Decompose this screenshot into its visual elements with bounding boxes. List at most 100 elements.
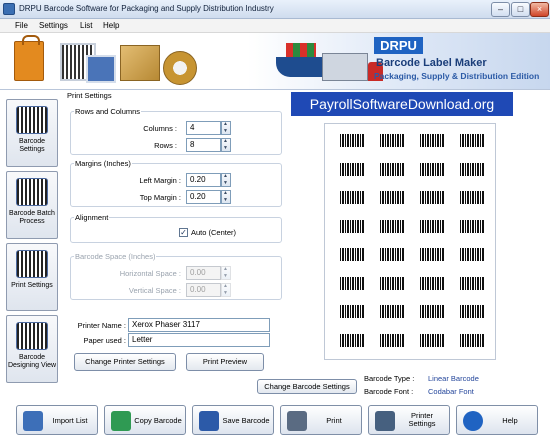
barcode-label — [377, 159, 407, 182]
barcode-bars — [460, 162, 484, 176]
printer-settings-icon — [375, 411, 395, 431]
save-barcode-button[interactable]: Save Barcode — [192, 405, 274, 435]
vertical-space-field[interactable]: 0.00 — [186, 283, 221, 297]
printer-settings-button[interactable]: Printer Settings — [368, 405, 450, 435]
barcode-label — [457, 273, 487, 296]
barcode-bars — [460, 219, 484, 233]
barcode-label — [337, 244, 367, 267]
rows-stepper[interactable] — [221, 138, 231, 152]
left-margin-field[interactable]: 0.20 — [186, 173, 221, 187]
import-list-button[interactable]: Import List — [16, 405, 98, 435]
menu-list[interactable]: List — [80, 21, 92, 30]
barcode-label — [337, 273, 367, 296]
printer-name-field: Xerox Phaser 3117 — [128, 318, 270, 332]
horizontal-space-field[interactable]: 0.00 — [186, 266, 221, 280]
paper-used-field: Letter — [128, 333, 270, 347]
sidebar-item-batch-process[interactable]: Barcode Batch Process — [6, 171, 58, 239]
import-list-label: Import List — [52, 416, 88, 425]
sidebar-item-label: Barcode Designing View — [7, 354, 57, 369]
print-preview-button[interactable]: Print Preview — [186, 353, 264, 371]
menu-settings[interactable]: Settings — [39, 21, 68, 30]
qr-card-icon — [86, 55, 116, 83]
maximize-button[interactable]: □ — [511, 2, 530, 17]
header-banner: DRPU Barcode Label Maker Packaging, Supp… — [0, 33, 550, 90]
sidebar-item-barcode-settings[interactable]: Barcode Settings — [6, 99, 58, 167]
alignment-title: Alignment — [74, 213, 110, 222]
sidebar-item-label: Print Settings — [11, 282, 53, 289]
designing-view-icon — [16, 322, 48, 350]
barcode-bars — [380, 305, 404, 318]
barcode-font-value: Codabar Font — [428, 387, 474, 396]
copy-barcode-icon — [111, 411, 131, 431]
barcode-label — [417, 330, 447, 353]
print-button[interactable]: Print — [280, 405, 362, 435]
barcode-label — [337, 159, 367, 182]
sidebar-item-designing-view[interactable]: Barcode Designing View — [6, 315, 58, 383]
barcode-label — [457, 301, 487, 324]
sidebar: Barcode Settings Barcode Batch Process P… — [6, 93, 58, 401]
menu-file[interactable]: File — [15, 21, 28, 30]
barcode-label — [417, 244, 447, 267]
print-settings-title: Print Settings — [66, 91, 113, 100]
top-margin-stepper[interactable] — [221, 190, 231, 204]
top-margin-field[interactable]: 0.20 — [186, 190, 221, 204]
margins-group: Margins (Inches) Left Margin : 0.20 Top … — [70, 159, 282, 207]
save-barcode-label: Save Barcode — [222, 416, 270, 425]
close-button[interactable]: × — [530, 2, 549, 17]
barcode-label — [377, 216, 407, 239]
edition-name: Packaging, Supply & Distribution Edition — [374, 71, 540, 81]
left-margin-stepper[interactable] — [221, 173, 231, 187]
barcode-label — [457, 159, 487, 182]
title-bar: DRPU Barcode Software for Packaging and … — [0, 0, 550, 19]
auto-center-label: Auto (Center) — [191, 228, 237, 237]
menu-help[interactable]: Help — [103, 21, 119, 30]
barcode-label — [457, 187, 487, 210]
change-printer-settings-button[interactable]: Change Printer Settings — [74, 353, 176, 371]
barcode-font-label: Barcode Font : — [364, 387, 414, 396]
columns-field[interactable]: 4 — [186, 121, 221, 135]
margins-title: Margins (Inches) — [74, 159, 132, 168]
print-settings-panel: Print Settings Rows and Columns Columns … — [62, 90, 290, 378]
sidebar-item-print-settings[interactable]: Print Settings — [6, 243, 58, 311]
barcode-bars — [340, 191, 364, 204]
barcode-bars — [340, 248, 364, 261]
copy-barcode-button[interactable]: Copy Barcode — [104, 405, 186, 435]
minimize-button[interactable]: – — [491, 2, 510, 17]
barcode-settings-icon — [16, 106, 48, 134]
change-barcode-settings-button[interactable]: Change Barcode Settings — [257, 379, 357, 394]
barcode-label — [417, 130, 447, 153]
barcode-label — [337, 330, 367, 353]
barcode-bars — [380, 191, 404, 204]
help-icon — [463, 411, 483, 431]
paper-used-label: Paper used : — [83, 336, 126, 345]
barcode-label — [417, 216, 447, 239]
barcode-label — [417, 273, 447, 296]
rows-columns-title: Rows and Columns — [74, 107, 142, 116]
barcode-bars — [460, 276, 484, 290]
barcode-bars — [380, 134, 404, 147]
barcode-bars — [380, 333, 404, 347]
barcode-bars — [420, 162, 444, 176]
barcode-bars — [420, 134, 444, 147]
barcode-label — [457, 130, 487, 153]
barcode-bars — [460, 305, 484, 318]
barcode-label — [417, 159, 447, 182]
barcode-label — [417, 301, 447, 324]
barcode-label — [377, 187, 407, 210]
rows-field[interactable]: 8 — [186, 138, 221, 152]
save-icon — [199, 411, 219, 431]
horizontal-space-stepper[interactable] — [221, 266, 231, 280]
vertical-space-stepper[interactable] — [221, 283, 231, 297]
print-icon — [287, 411, 307, 431]
help-button[interactable]: Help — [456, 405, 538, 435]
bottom-toolbar: Import List Copy Barcode Save Barcode Pr… — [0, 405, 550, 446]
copy-barcode-label: Copy Barcode — [134, 416, 182, 425]
barcode-bars — [380, 162, 404, 176]
barcode-bars — [420, 191, 444, 204]
sidebar-item-label: Barcode Settings — [18, 138, 46, 153]
columns-stepper[interactable] — [221, 121, 231, 135]
print-label: Print — [326, 416, 342, 425]
barcode-label — [457, 244, 487, 267]
auto-center-checkbox[interactable]: ✓ — [179, 228, 188, 237]
tape-roll-icon — [163, 51, 197, 85]
